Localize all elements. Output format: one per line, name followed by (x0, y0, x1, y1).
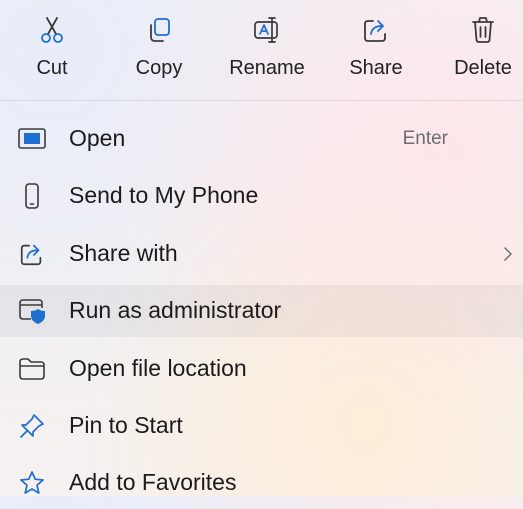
menu-item-share-with[interactable]: Share with (0, 228, 523, 280)
shield-window-icon (17, 297, 47, 325)
copy-label: Copy (135, 57, 183, 79)
share-icon (360, 14, 392, 46)
scissors-icon (36, 14, 68, 46)
menu-item-label: Add to Favorites (69, 469, 237, 495)
rename-icon (251, 14, 283, 46)
share-button[interactable]: Share (331, 14, 421, 80)
menu-item-add-to-favorites[interactable]: Add to Favorites (0, 457, 523, 509)
menu-item-open-file-location[interactable]: Open file location (0, 343, 523, 395)
toolbar-divider (0, 100, 523, 101)
copy-button[interactable]: Copy (114, 14, 204, 80)
shortcut-hint: Enter (402, 128, 448, 149)
share-icon (17, 240, 47, 268)
rename-button[interactable]: Rename (222, 14, 312, 80)
delete-button[interactable]: Delete (438, 14, 523, 80)
star-icon (17, 469, 47, 497)
chevron-right-icon (501, 244, 515, 264)
open-window-icon (17, 125, 47, 153)
cut-label: Cut (36, 57, 68, 79)
share-label: Share (349, 57, 403, 79)
menu-item-pin-to-start[interactable]: Pin to Start (0, 400, 523, 452)
folder-icon (17, 355, 47, 383)
menu-item-send-to-phone[interactable]: Send to My Phone (0, 170, 523, 222)
context-toolbar: Cut Copy Rename Share Delete (0, 0, 523, 96)
menu-item-label: Pin to Start (69, 412, 183, 438)
menu-item-open[interactable]: Open Enter (0, 113, 523, 165)
rename-label: Rename (229, 57, 305, 79)
trash-icon (467, 14, 499, 46)
menu-item-label: Open file location (69, 355, 247, 381)
menu-item-run-as-admin[interactable]: Run as administrator (0, 285, 523, 337)
menu-item-label: Send to My Phone (69, 182, 259, 208)
phone-icon (17, 182, 47, 210)
menu-item-label: Share with (69, 240, 178, 266)
cut-button[interactable]: Cut (7, 14, 97, 80)
menu-item-label: Open (69, 125, 126, 151)
pin-icon (17, 412, 47, 440)
menu-item-label: Run as administrator (69, 297, 282, 323)
copy-icon (143, 14, 175, 46)
delete-label: Delete (454, 57, 512, 79)
